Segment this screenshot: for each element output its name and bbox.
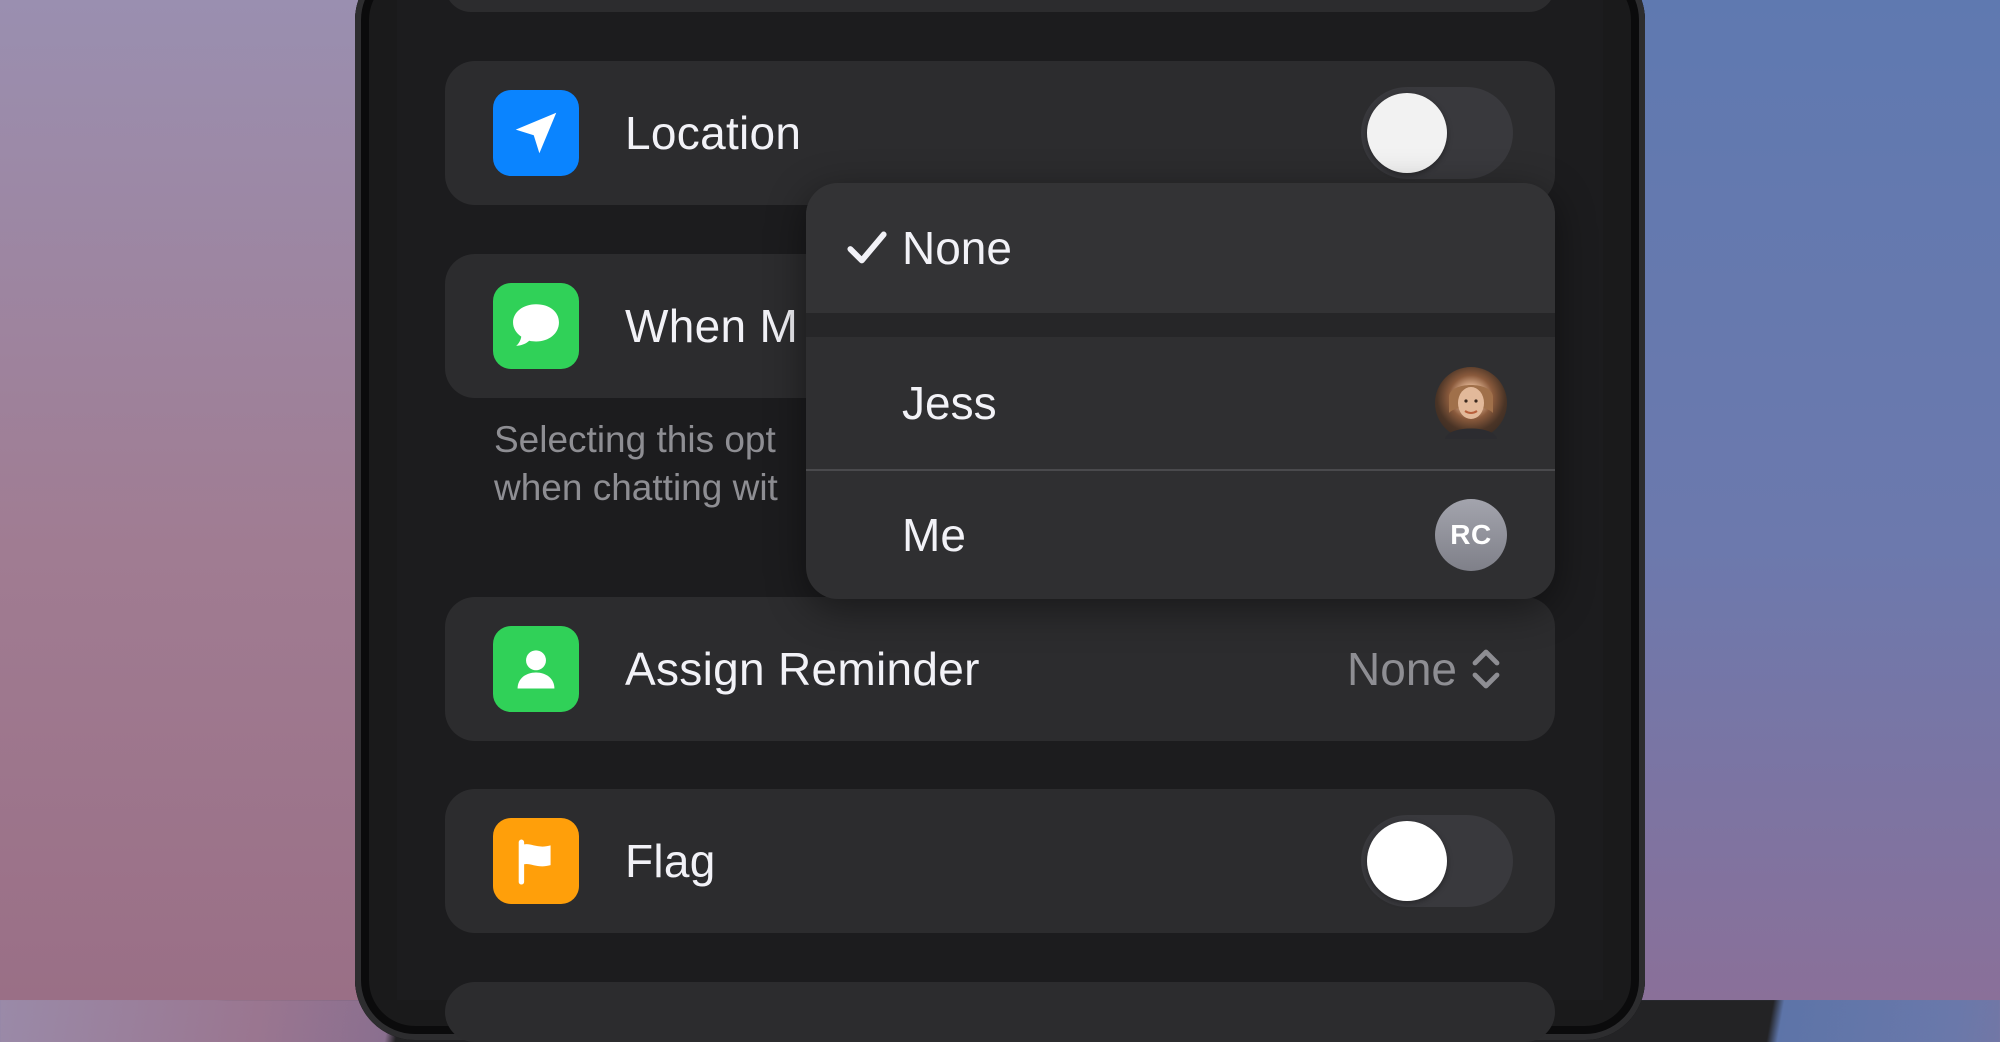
settings-group-top-partial [445, 0, 1555, 12]
wallpaper-right [1640, 0, 2000, 1000]
toggle-knob [1367, 93, 1447, 173]
checkmark-icon [847, 231, 887, 264]
location-label: Location [625, 107, 802, 159]
menu-item-jess[interactable]: Jess [806, 337, 1555, 469]
settings-group-bottom-partial [445, 982, 1555, 1042]
message-bubble-icon [493, 283, 579, 369]
menu-item-me[interactable]: Me RC [806, 471, 1555, 599]
assign-group: Assign Reminder None [445, 597, 1555, 741]
avatar: RC [1435, 499, 1507, 571]
assign-reminder-menu: None Jess Me RC [806, 183, 1555, 599]
location-toggle[interactable] [1361, 87, 1513, 179]
menu-item-label: Jess [902, 377, 997, 429]
assign-reminder-row[interactable]: Assign Reminder None [445, 597, 1555, 741]
flag-group: Flag [445, 789, 1555, 933]
toggle-knob [1367, 821, 1447, 901]
flag-toggle[interactable] [1361, 815, 1513, 907]
chevron-up-down-icon [1472, 649, 1500, 689]
location-arrow-icon [493, 90, 579, 176]
menu-item-none[interactable]: None [806, 183, 1555, 313]
assign-reminder-value: None [1347, 643, 1457, 695]
avatar-initials: RC [1450, 519, 1492, 550]
menu-item-label: None [902, 222, 1012, 274]
flag-icon [493, 818, 579, 904]
flag-row: Flag [445, 789, 1555, 933]
assign-reminder-label: Assign Reminder [625, 643, 980, 695]
messaging-label: When M [625, 300, 799, 352]
flag-label: Flag [625, 835, 716, 887]
person-icon [493, 626, 579, 712]
assign-reminder-popup-button[interactable]: None [1347, 642, 1503, 696]
wallpaper-left [0, 0, 360, 1000]
menu-group-separator [806, 313, 1555, 337]
avatar [1435, 367, 1507, 439]
menu-item-label: Me [902, 509, 966, 561]
